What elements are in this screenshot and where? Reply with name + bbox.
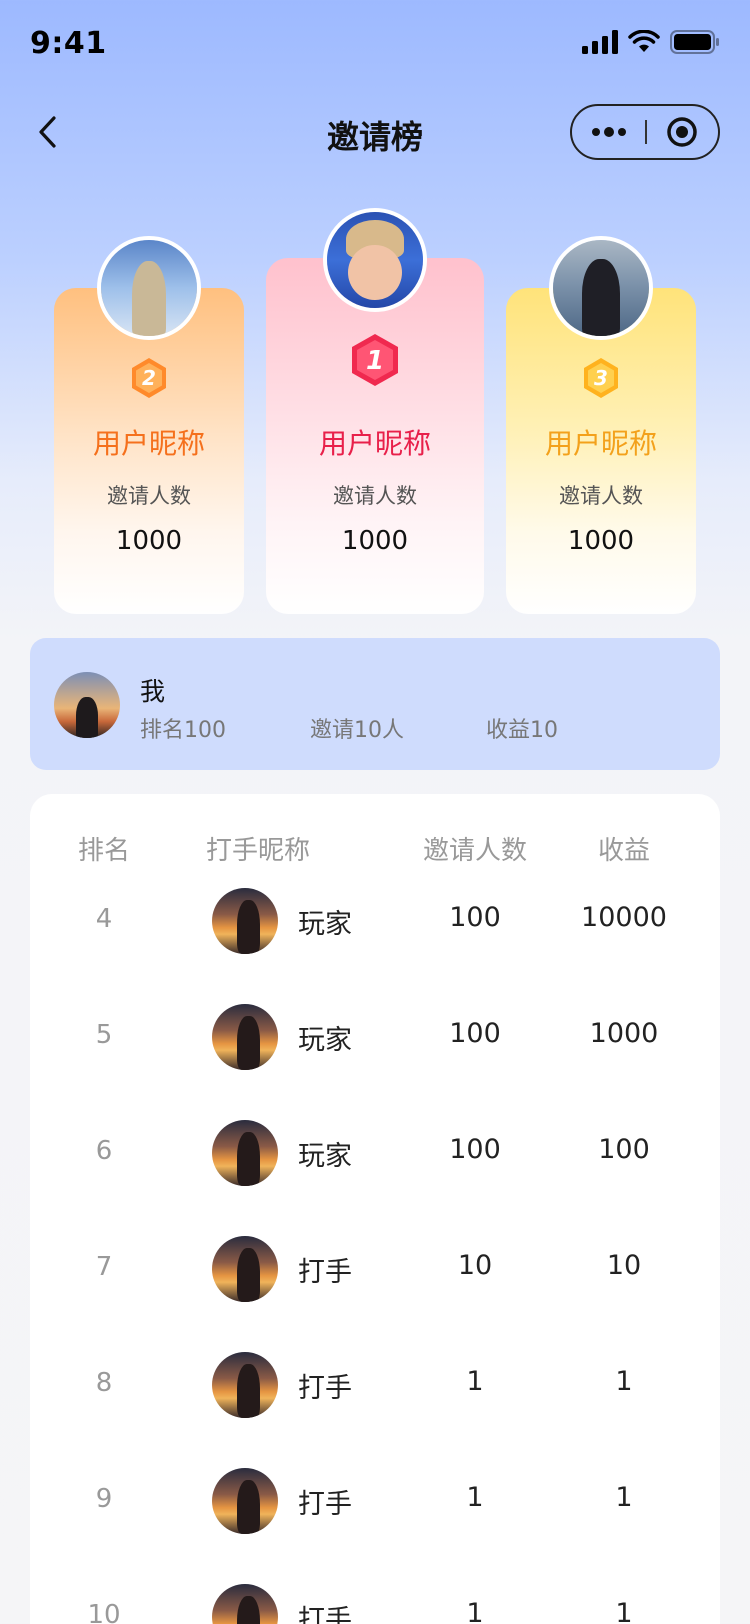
row-income: 100 (598, 1134, 650, 1165)
row-invites: 100 (449, 1018, 501, 1049)
podium-value: 1000 (115, 526, 183, 556)
table-row[interactable]: 4 玩家 100 10000 (30, 862, 720, 978)
svg-text:1: 1 (366, 346, 384, 376)
row-income: 1 (615, 1598, 633, 1624)
table-row[interactable]: 8 打手 1 1 (30, 1326, 720, 1442)
row-income: 1000 (589, 1018, 659, 1049)
podium-card-third[interactable]: 3 用户昵称 邀请人数 1000 (506, 236, 696, 614)
svg-text:2: 2 (142, 366, 156, 390)
table-row[interactable]: 9 打手 1 1 (30, 1442, 720, 1558)
row-rank: 6 (95, 1136, 113, 1166)
mini-program-capsule (570, 104, 720, 160)
row-nick: 玩家 (298, 909, 352, 940)
podium-value: 1000 (567, 526, 635, 556)
row-invites: 100 (449, 902, 501, 933)
row-rank: 4 (95, 904, 113, 934)
row-rank: 5 (95, 1020, 113, 1050)
row-invites: 1 (466, 1482, 484, 1513)
wifi-icon (628, 30, 660, 52)
navigation-bar: 邀请榜 (0, 100, 750, 162)
table-row[interactable]: 5 玩家 100 1000 (30, 978, 720, 1094)
row-income: 1 (615, 1366, 633, 1397)
more-button[interactable] (572, 106, 645, 158)
my-name: 我 (140, 677, 166, 706)
row-nick: 玩家 (298, 1025, 352, 1056)
podium-name: 用户昵称 (544, 427, 657, 460)
battery-icon (670, 30, 719, 54)
row-nick: 打手 (298, 1373, 352, 1404)
status-icons (582, 30, 720, 54)
row-invites: 10 (457, 1250, 493, 1281)
rank-badge-icon: 2 (132, 358, 166, 398)
podium-value: 1000 (341, 526, 409, 556)
avatar (212, 1352, 278, 1418)
podium-name: 用户昵称 (318, 427, 431, 460)
podium-label: 邀请人数 (559, 484, 643, 508)
avatar (212, 1468, 278, 1534)
table-row[interactable]: 7 打手 10 10 (30, 1210, 720, 1326)
row-nick: 打手 (298, 1605, 352, 1624)
status-time: 9:41 (30, 26, 107, 61)
close-button[interactable] (647, 106, 718, 158)
row-income: 10000 (581, 902, 667, 933)
my-rank: 排名100 (140, 718, 226, 743)
status-bar: 9:41 (0, 0, 750, 88)
rank-badge-icon: 3 (584, 358, 618, 398)
table-row[interactable]: 10 打手 1 1 (30, 1558, 720, 1624)
avatar (212, 1236, 278, 1302)
row-income: 1 (615, 1482, 633, 1513)
podium-label: 邀请人数 (333, 484, 417, 508)
svg-text:3: 3 (594, 366, 608, 390)
avatar (212, 1120, 278, 1186)
avatar (323, 208, 427, 312)
avatar (54, 672, 120, 738)
row-invites: 100 (449, 1134, 501, 1165)
podium-label: 邀请人数 (107, 484, 191, 508)
podium-card-second[interactable]: 2 用户昵称 邀请人数 1000 (54, 236, 244, 614)
table-row[interactable]: 6 玩家 100 100 (30, 1094, 720, 1210)
row-income: 10 (606, 1250, 642, 1281)
row-invites: 1 (466, 1366, 484, 1397)
avatar (212, 1004, 278, 1070)
target-close-icon (667, 117, 698, 147)
my-invites: 邀请10人 (310, 718, 404, 743)
row-nick: 玩家 (298, 1141, 352, 1172)
my-income: 收益10 (486, 718, 558, 743)
row-rank: 8 (95, 1368, 113, 1398)
row-rank: 10 (87, 1600, 121, 1624)
more-dots-icon (591, 127, 626, 137)
row-nick: 打手 (298, 1489, 352, 1520)
cellular-signal-icon (582, 30, 618, 54)
avatar (549, 236, 653, 340)
row-invites: 1 (466, 1598, 484, 1624)
podium-card-first[interactable]: 1 用户昵称 邀请人数 1000 (266, 208, 484, 614)
row-rank: 9 (95, 1484, 113, 1514)
avatar (212, 1584, 278, 1624)
avatar (97, 236, 201, 340)
row-nick: 打手 (298, 1257, 352, 1288)
avatar (212, 888, 278, 954)
rank-badge-icon: 1 (352, 334, 398, 386)
my-rank-card[interactable]: 我 排名100 邀请10人 收益10 (30, 638, 720, 770)
row-rank: 7 (95, 1252, 113, 1282)
ranking-list: 排名 打手昵称 邀请人数 收益 4 玩家 100 10000 5 玩家 100 … (30, 794, 720, 1624)
podium-name: 用户昵称 (92, 427, 205, 460)
